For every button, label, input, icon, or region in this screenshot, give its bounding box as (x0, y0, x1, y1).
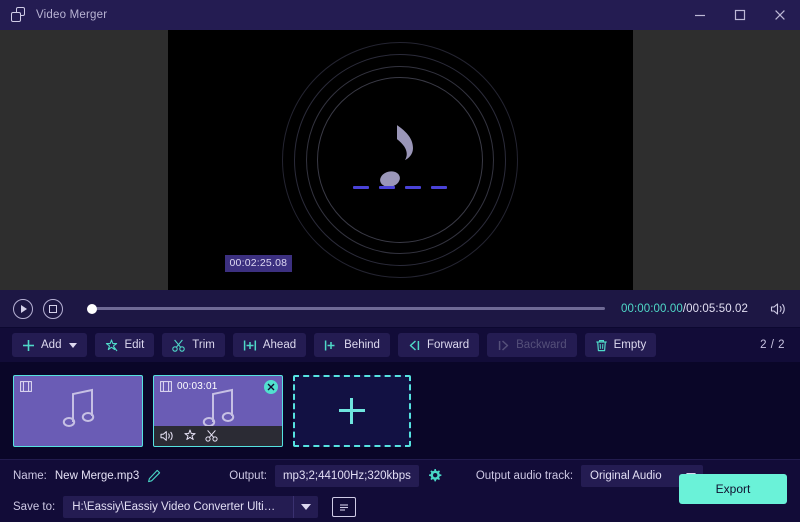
waveform-dashes (353, 186, 447, 189)
effects-icon[interactable] (183, 429, 197, 442)
pencil-icon[interactable] (147, 469, 161, 483)
plus-icon (339, 397, 365, 424)
speaker-icon[interactable] (770, 302, 787, 316)
table-row[interactable]: 00:03:01 (153, 374, 283, 447)
edit-button-label: Edit (124, 339, 145, 351)
name-label: Name: (13, 469, 47, 482)
edit-button[interactable]: Edit (95, 333, 155, 357)
trim-button[interactable]: Trim (162, 333, 225, 357)
ahead-button-label: Ahead (262, 339, 297, 351)
export-button-label: Export (715, 482, 751, 496)
trash-icon (595, 339, 608, 352)
table-row[interactable] (13, 374, 143, 447)
output-panel: Name: New Merge.mp3 Output: mp3;2;44100H… (0, 460, 800, 522)
output-format-field[interactable]: mp3;2;44100Hz;320kbps (274, 464, 419, 487)
title-bar: Video Merger (0, 0, 800, 30)
insert-ahead-icon (243, 339, 257, 352)
stop-button[interactable] (43, 298, 63, 319)
save-to-dropdown[interactable] (294, 496, 318, 518)
ahead-button[interactable]: Ahead (232, 333, 307, 357)
forward-button-label: Forward (426, 339, 470, 351)
save-to-label: Save to: (13, 500, 56, 513)
clip-track: 00:03:01 (0, 362, 800, 460)
maximize-icon[interactable] (720, 0, 760, 30)
music-note-icon (55, 386, 101, 432)
chevron-down-icon[interactable] (69, 342, 78, 348)
seek-track (87, 307, 605, 310)
name-value: New Merge.mp3 (54, 469, 140, 482)
plus-icon (22, 339, 35, 352)
audio-track-label: Output audio track: (475, 469, 574, 482)
empty-button-label: Empty (613, 339, 647, 351)
forward-button[interactable]: Forward (397, 333, 480, 357)
transport-bar: 00:00:00.00/00:05:50.02 (0, 290, 800, 328)
total-time: 00:05:50.02 (686, 302, 748, 315)
seek-handle[interactable] (87, 303, 97, 314)
time-readout: 00:00:00.00/00:05:50.02 (621, 303, 748, 315)
backward-button[interactable]: Backward (487, 333, 577, 357)
output-format-value: mp3;2;44100Hz;320kbps (282, 469, 411, 482)
music-note-icon (370, 117, 430, 191)
behind-button-label: Behind (344, 339, 380, 351)
window-controls (680, 0, 800, 30)
video-canvas[interactable]: 00:02:25.08 (167, 30, 633, 290)
add-clip-tile[interactable] (293, 374, 411, 447)
minimize-icon[interactable] (680, 0, 720, 30)
play-button[interactable] (13, 298, 33, 319)
empty-button[interactable]: Empty (584, 333, 657, 357)
save-to-field[interactable]: H:\Eassiy\Eassiy Video Converter Ultimat… (63, 495, 319, 518)
backward-button-label: Backward (516, 339, 567, 351)
trim-button-label: Trim (192, 339, 215, 351)
output-row-1: Name: New Merge.mp3 Output: mp3;2;44100H… (13, 460, 787, 491)
save-to-value: H:\Eassiy\Eassiy Video Converter Ultimat… (72, 500, 293, 513)
behind-button[interactable]: Behind (314, 333, 390, 357)
export-button[interactable]: Export (679, 474, 787, 504)
output-row-2: Save to: H:\Eassiy\Eassiy Video Converte… (13, 491, 787, 522)
add-button[interactable]: Add (12, 333, 88, 357)
title-bar-left: Video Merger (0, 0, 107, 30)
add-button-label: Add (41, 339, 62, 351)
audio-track-value: Original Audio (590, 469, 662, 482)
page-counter: 2 / 2 (760, 339, 785, 351)
seek-slider[interactable] (87, 299, 605, 319)
close-icon[interactable] (760, 0, 800, 30)
insert-behind-icon (324, 339, 338, 352)
clip-action-bar (154, 425, 282, 446)
scissors-icon[interactable] (205, 429, 219, 442)
editing-toolbar: Add Edit Trim Ahead Behind Forward Backw… (0, 328, 800, 362)
film-strip-icon (20, 380, 32, 392)
volume-icon[interactable] (160, 430, 175, 442)
move-backward-icon (497, 339, 510, 352)
move-forward-icon (408, 339, 421, 352)
gear-icon[interactable] (427, 468, 442, 483)
scissors-icon (172, 339, 186, 352)
close-circle-icon[interactable] (264, 379, 278, 394)
window-stack-icon (11, 7, 27, 23)
preview-area: 00:02:25.08 (0, 30, 800, 290)
video-merger-window: Video Merger 00:02:25.08 00:00:00.00/00:… (0, 0, 800, 522)
app-title: Video Merger (36, 9, 108, 21)
output-label: Output: (229, 469, 267, 482)
magic-wand-icon (105, 338, 118, 352)
preview-timestamp-badge: 00:02:25.08 (224, 255, 293, 272)
current-time: 00:00:00.00 (620, 302, 683, 315)
folder-open-icon[interactable] (332, 496, 357, 517)
